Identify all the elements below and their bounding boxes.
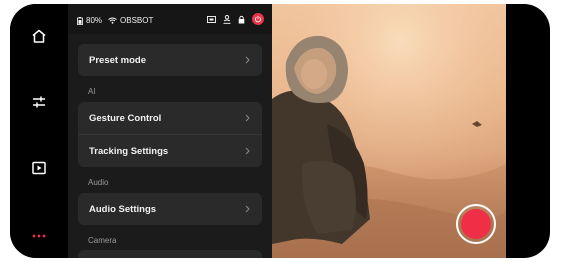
person-icon — [223, 14, 231, 24]
home-button[interactable] — [23, 22, 55, 50]
audio-settings-row[interactable]: Audio Settings — [78, 193, 262, 225]
chevron-right-icon — [245, 205, 250, 213]
section-title-audio: Audio — [88, 178, 109, 187]
section-title-camera: Camera — [88, 236, 117, 245]
battery-level: 80% — [86, 16, 103, 25]
gesture-control-row[interactable]: Gesture Control — [78, 102, 262, 134]
status-bar: 80% OBSBOT — [68, 4, 272, 34]
device-frame: 80% OBSBOT Preset mode AI Gesture Contro… — [10, 4, 550, 258]
network-name: OBSBOT — [120, 16, 154, 25]
ai-card: Gesture Control Tracking Settings — [78, 102, 262, 167]
record-button[interactable] — [456, 204, 496, 244]
settings-panel: 80% OBSBOT Preset mode AI Gesture Contro… — [68, 4, 272, 258]
more-button[interactable] — [23, 222, 55, 250]
preset-mode-row[interactable]: Preset mode — [78, 44, 262, 76]
camera-card[interactable] — [78, 250, 262, 258]
chevron-right-icon — [245, 147, 250, 155]
display-icon — [207, 15, 216, 23]
media-icon — [32, 161, 46, 175]
preset-mode-card: Preset mode — [78, 44, 262, 76]
chevron-right-icon — [245, 114, 250, 122]
audio-card: Audio Settings — [78, 193, 262, 225]
chevron-right-icon — [245, 56, 250, 64]
power-button[interactable] — [252, 13, 264, 25]
adjust-icon — [33, 96, 45, 108]
tracking-settings-row[interactable]: Tracking Settings — [78, 134, 262, 167]
home-icon — [32, 29, 46, 43]
adjust-button[interactable] — [23, 88, 55, 116]
wifi-icon — [108, 17, 117, 24]
media-button[interactable] — [23, 154, 55, 182]
camera-preview[interactable] — [272, 4, 506, 258]
record-dot — [461, 209, 491, 239]
more-icon — [32, 234, 46, 238]
lock-icon — [238, 15, 245, 24]
side-rail — [10, 4, 68, 258]
battery-icon — [77, 16, 83, 25]
gesture-control-label: Gesture Control — [89, 112, 162, 124]
preset-mode-label: Preset mode — [89, 54, 147, 66]
section-title-ai: AI — [88, 87, 96, 96]
power-icon — [254, 16, 262, 23]
tracking-settings-label: Tracking Settings — [89, 145, 169, 157]
audio-settings-label: Audio Settings — [89, 203, 157, 215]
